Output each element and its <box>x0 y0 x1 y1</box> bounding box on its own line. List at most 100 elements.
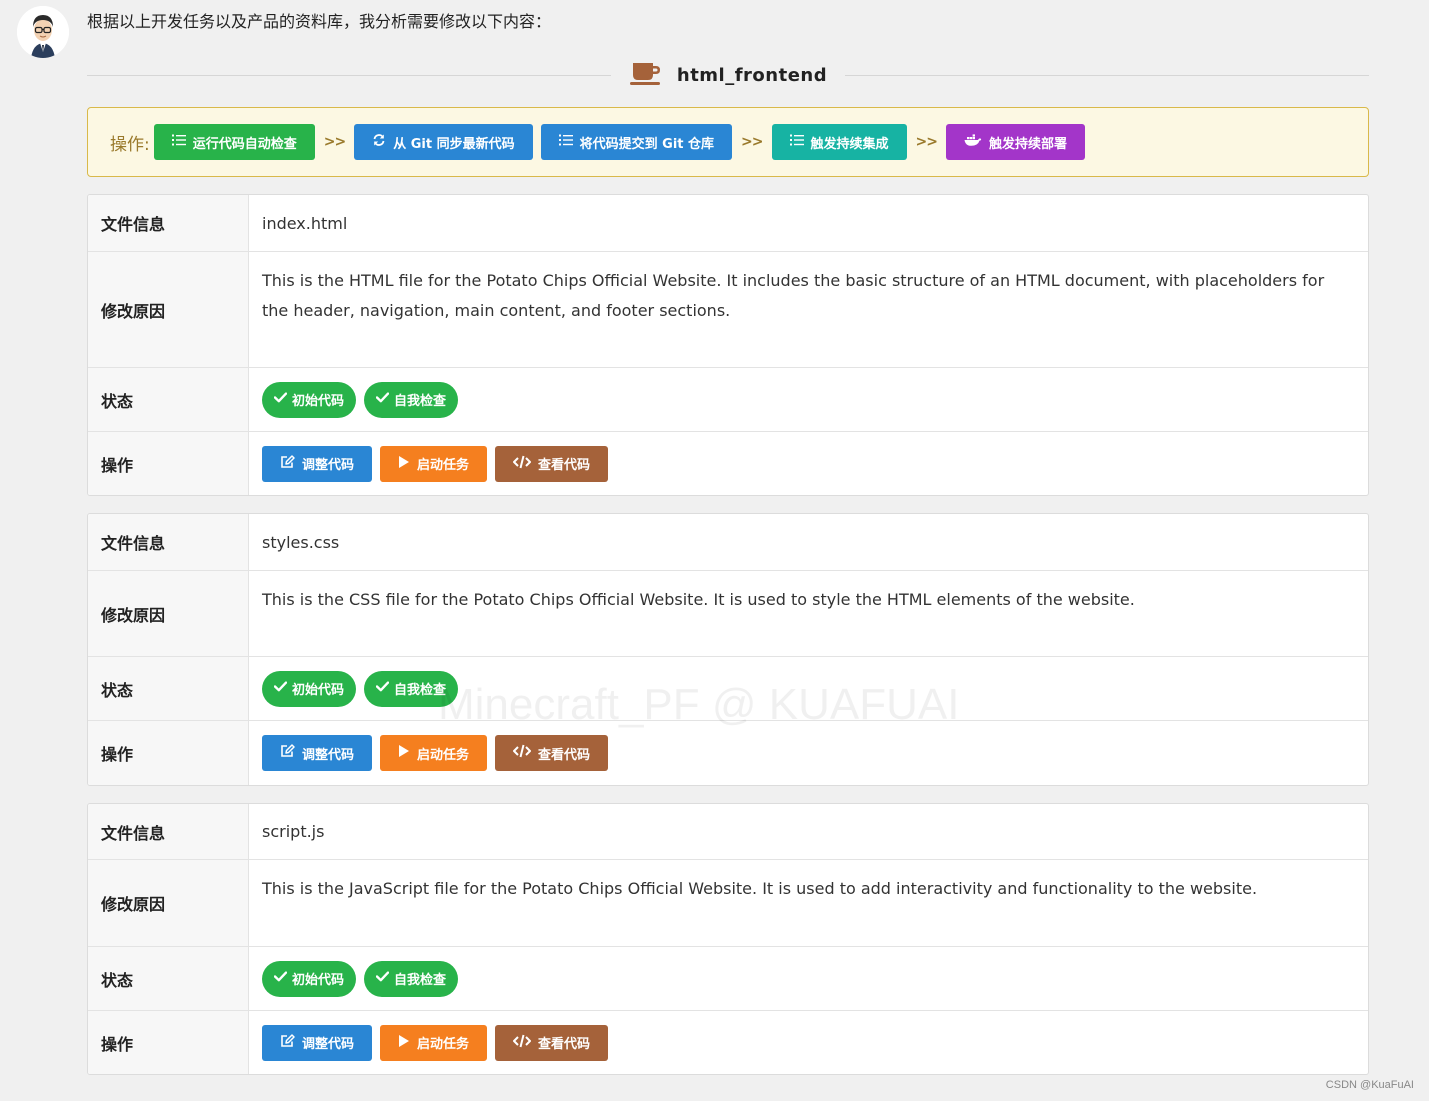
list-check-icon <box>171 134 186 150</box>
step-arrow: >> <box>915 134 938 150</box>
file-info-row: 文件信息 styles.css <box>88 514 1368 571</box>
code-icon <box>513 744 532 762</box>
status-badge-label: 初始代码 <box>292 973 345 988</box>
status-row: 状态 初始代码 自我检查 <box>88 657 1368 721</box>
trigger-cd-button[interactable]: 触发持续部署 <box>945 124 1085 160</box>
adjust-code-button[interactable]: 调整代码 <box>262 735 373 771</box>
operations-label: 操作: <box>110 134 150 155</box>
list-check-icon <box>558 134 573 150</box>
file-name: styles.css <box>262 532 340 552</box>
check-icon <box>375 971 390 986</box>
docker-icon <box>964 133 982 151</box>
file-card-script-js: 文件信息 script.js 修改原因 This is the JavaScri… <box>87 803 1369 1075</box>
section-title-group: html_frontend <box>611 60 845 91</box>
status-badge-self-check: 自我检查 <box>364 670 459 707</box>
reason-text: This is the HTML file for the Potato Chi… <box>262 271 1325 320</box>
status-badge-initial-code: 初始代码 <box>262 381 357 418</box>
adjust-code-label: 调整代码 <box>302 747 355 763</box>
reason-text: This is the CSS file for the Potato Chip… <box>262 590 1135 609</box>
status-badge-label: 自我检查 <box>394 394 447 409</box>
git-commit-button[interactable]: 将代码提交到 Git 仓库 <box>540 124 733 160</box>
list-check-icon <box>789 134 804 150</box>
code-icon <box>513 1034 532 1052</box>
trigger-ci-button[interactable]: 触发持续集成 <box>771 124 907 160</box>
status-badges: 初始代码 自我检查 <box>249 368 1368 431</box>
run-code-check-button[interactable]: 运行代码自动检查 <box>153 124 315 160</box>
actions-row: 操作 调整代码 启动任务 查看代码 <box>88 432 1368 495</box>
status-badge-label: 自我检查 <box>394 973 447 988</box>
reason-row: 修改原因 This is the HTML file for the Potat… <box>88 252 1368 368</box>
action-buttons: 调整代码 启动任务 查看代码 <box>249 432 1368 495</box>
step-arrow: >> <box>323 134 346 150</box>
intro-text: 根据以上开发任务以及产品的资料库，我分析需要修改以下内容： <box>87 12 552 31</box>
adjust-code-button[interactable]: 调整代码 <box>262 1024 373 1061</box>
status-badge-self-check: 自我检查 <box>364 960 459 997</box>
status-row: 状态 初始代码 自我检查 <box>88 368 1368 432</box>
actions-label: 操作 <box>88 721 249 785</box>
file-name: script.js <box>262 822 325 841</box>
git-sync-label: 从 Git 同步最新代码 <box>393 136 515 152</box>
divider-line-right <box>845 74 1369 76</box>
check-icon <box>375 392 390 407</box>
actions-label: 操作 <box>88 1011 249 1074</box>
status-badge-initial-code: 初始代码 <box>262 670 357 707</box>
file-info-label: 文件信息 <box>88 195 249 251</box>
edit-icon <box>280 1033 295 1052</box>
action-buttons: 调整代码 启动任务 查看代码 <box>249 721 1368 785</box>
step-arrow: >> <box>741 134 763 150</box>
status-badge-label: 初始代码 <box>292 394 345 409</box>
status-badge-label: 自我检查 <box>394 683 447 698</box>
edit-icon <box>280 744 295 762</box>
check-icon <box>375 681 390 696</box>
check-icon <box>273 971 288 986</box>
view-code-button[interactable]: 查看代码 <box>495 735 609 771</box>
play-icon <box>398 455 410 473</box>
footer-credit: CSDN @KuaFuAI <box>1325 1079 1414 1091</box>
status-badge-label: 初始代码 <box>292 683 345 698</box>
check-icon <box>273 392 288 407</box>
trigger-ci-label: 触发持续集成 <box>810 136 889 152</box>
view-code-button[interactable]: 查看代码 <box>495 445 609 482</box>
reason-row: 修改原因 This is the JavaScript file for the… <box>88 860 1368 947</box>
file-info-row: 文件信息 index.html <box>88 195 1368 252</box>
status-badge-initial-code: 初始代码 <box>262 960 357 997</box>
status-label: 状态 <box>88 657 249 720</box>
view-code-label: 查看代码 <box>538 458 591 473</box>
operations-bar: 操作: 运行代码自动检查 >> 从 Git 同步最新代码 将代码提交到 Git … <box>87 107 1369 177</box>
status-badges: 初始代码 自我检查 <box>249 947 1368 1010</box>
avatar-image <box>17 6 69 58</box>
file-info-label: 文件信息 <box>88 804 249 859</box>
start-task-button[interactable]: 启动任务 <box>380 445 488 482</box>
view-code-label: 查看代码 <box>538 747 591 763</box>
actions-row: 操作 调整代码 启动任务 查看代码 <box>88 1011 1368 1074</box>
edit-icon <box>280 454 295 473</box>
code-icon <box>513 455 532 473</box>
sync-icon <box>372 133 386 151</box>
trigger-cd-label: 触发持续部署 <box>988 136 1067 152</box>
view-code-button[interactable]: 查看代码 <box>495 1024 609 1061</box>
git-sync-button[interactable]: 从 Git 同步最新代码 <box>354 124 533 160</box>
coffee-cup-icon <box>629 60 663 91</box>
adjust-code-button[interactable]: 调整代码 <box>262 445 373 482</box>
status-badge-self-check: 自我检查 <box>364 381 459 418</box>
file-info-row: 文件信息 script.js <box>88 804 1368 860</box>
actions-row: 操作 调整代码 启动任务 查看代码 <box>88 721 1368 785</box>
play-icon <box>398 744 410 762</box>
start-task-label: 启动任务 <box>417 747 470 763</box>
reason-row: 修改原因 This is the CSS file for the Potato… <box>88 571 1368 657</box>
divider-line-left <box>87 74 611 76</box>
section-title: html_frontend <box>676 64 828 86</box>
file-name: index.html <box>262 213 348 233</box>
action-buttons: 调整代码 启动任务 查看代码 <box>249 1011 1368 1074</box>
file-card-index-html: 文件信息 index.html 修改原因 This is the HTML fi… <box>87 194 1369 496</box>
section-header: html_frontend <box>87 58 1369 92</box>
start-task-button[interactable]: 启动任务 <box>380 1024 488 1061</box>
adjust-code-label: 调整代码 <box>302 458 355 473</box>
run-code-check-label: 运行代码自动检查 <box>192 136 297 152</box>
reason-label: 修改原因 <box>88 252 249 367</box>
reason-label: 修改原因 <box>88 571 249 656</box>
status-label: 状态 <box>88 947 249 1010</box>
start-task-button[interactable]: 启动任务 <box>380 735 488 771</box>
play-icon <box>398 1034 410 1052</box>
file-card-styles-css: 文件信息 styles.css 修改原因 This is the CSS fil… <box>87 513 1369 786</box>
